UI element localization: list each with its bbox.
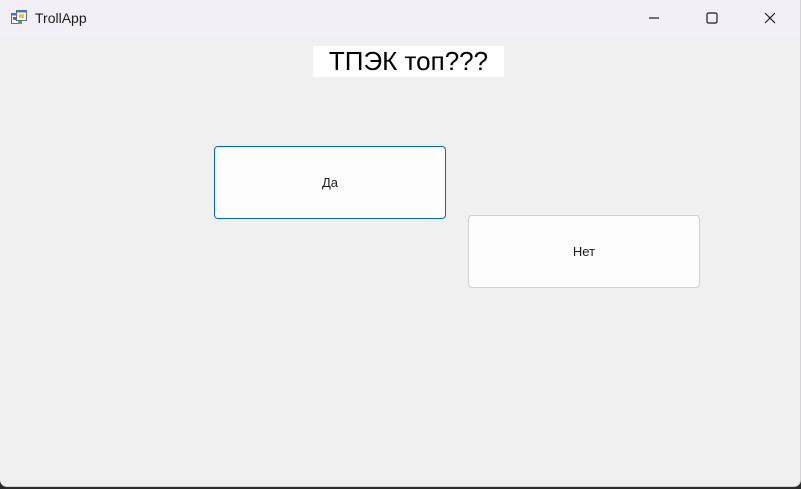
app-window: TrollApp ТПЭК топ??? Да Нет bbox=[0, 0, 801, 487]
minimize-icon bbox=[648, 12, 660, 24]
yes-button-label: Да bbox=[321, 175, 339, 190]
maximize-button[interactable] bbox=[683, 0, 741, 36]
no-button-label: Нет bbox=[572, 244, 596, 259]
app-icon bbox=[11, 10, 27, 26]
minimize-button[interactable] bbox=[625, 0, 683, 36]
yes-button[interactable]: Да bbox=[214, 146, 446, 219]
close-button[interactable] bbox=[741, 0, 799, 36]
close-icon bbox=[764, 12, 776, 24]
maximize-icon bbox=[706, 12, 718, 24]
no-button[interactable]: Нет bbox=[468, 215, 700, 288]
question-label: ТПЭК топ??? bbox=[313, 46, 504, 77]
window-title: TrollApp bbox=[35, 10, 87, 26]
title-bar[interactable]: TrollApp bbox=[0, 0, 800, 36]
